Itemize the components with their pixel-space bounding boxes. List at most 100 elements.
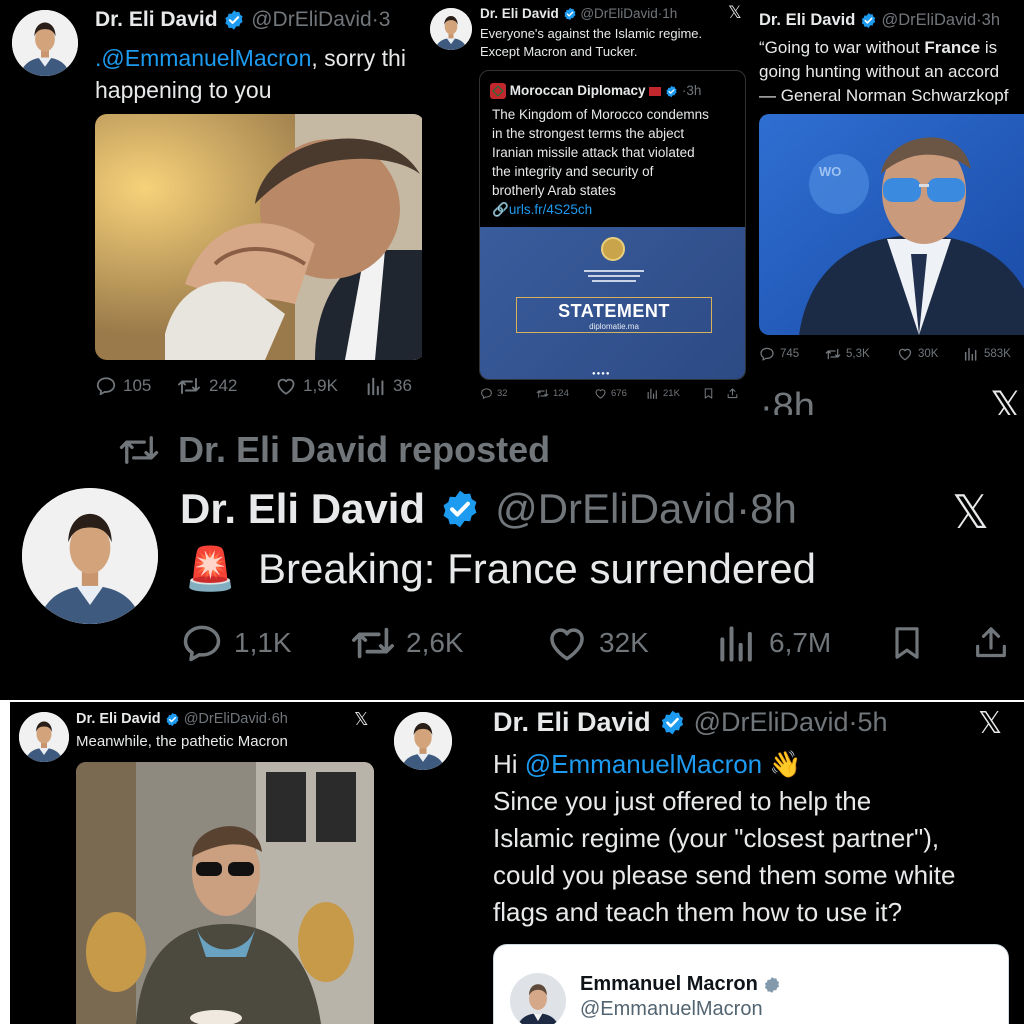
quote-header: Moroccan Diplomacy ·3h xyxy=(490,83,702,100)
share-button[interactable] xyxy=(971,623,1011,663)
mention-link[interactable]: @EmmanuelMacron xyxy=(525,749,762,779)
tweet-text: Everyone's against the Islamic regime. E… xyxy=(480,26,703,59)
like-button[interactable]: 30K xyxy=(897,346,963,362)
avatar[interactable] xyxy=(430,8,472,50)
views-button[interactable]: 36 xyxy=(365,375,412,397)
emblem-icon xyxy=(601,237,625,261)
mention-link[interactable]: .@EmmanuelMacron xyxy=(95,45,311,71)
bookmark-button[interactable] xyxy=(887,623,971,663)
reply-icon xyxy=(95,375,117,397)
x-logo-icon[interactable]: 𝕏 xyxy=(728,3,742,23)
views-button[interactable]: 21K xyxy=(646,387,702,400)
heart-icon xyxy=(594,387,607,400)
reply-button[interactable]: 1,1K xyxy=(180,621,350,665)
flag-icon xyxy=(649,86,662,96)
author-name[interactable]: Dr. Eli David xyxy=(76,711,161,727)
repost-icon xyxy=(177,374,201,398)
tweet-panel-morocco: Dr. Eli David @DrEliDavid·1h 𝕏 Everyone'… xyxy=(422,0,752,415)
social-icons: ●●●● xyxy=(592,371,611,377)
tweet-panel-schwarzkopf: Dr. Eli David @DrEliDavid·3h “Going to w… xyxy=(752,0,1024,378)
reply-button[interactable]: 32 xyxy=(480,387,536,400)
avatar[interactable] xyxy=(19,712,69,762)
bar-chart-icon xyxy=(365,375,387,397)
like-button[interactable]: 32K xyxy=(545,621,715,665)
tweet-time: ·5h xyxy=(848,707,888,737)
tweet-time: ·3 xyxy=(371,8,391,31)
verified-icon xyxy=(165,712,180,727)
statement-card[interactable]: STATEMENT diplomatie.ma ●●●● xyxy=(480,227,745,379)
author-name[interactable]: Dr. Eli David xyxy=(95,8,218,31)
views-button[interactable]: 583K xyxy=(963,346,1011,362)
tweet-text: Hi @EmmanuelMacron 👋 Since you just offe… xyxy=(493,749,956,927)
repost-button[interactable]: 2,6K xyxy=(350,620,545,666)
author-handle[interactable]: @DrEliDavid xyxy=(251,8,372,31)
main-tweet: Dr. Eli David reposted Dr. Eli David @Dr… xyxy=(0,415,1024,700)
reply-button[interactable]: 745 xyxy=(759,346,825,362)
tweet-text: 🚨 Breaking: France surrendered xyxy=(184,545,816,592)
author-handle[interactable]: @DrEliDavid xyxy=(694,707,849,738)
quote-avatar xyxy=(490,83,506,100)
x-logo-icon[interactable]: 𝕏 xyxy=(952,485,989,539)
tweet-photo[interactable]: WO xyxy=(759,114,1024,335)
tweet-header: Dr. Eli David @DrEliDavid·3 xyxy=(95,8,390,32)
author-handle[interactable]: @DrEliDavid xyxy=(881,11,976,29)
repost-icon xyxy=(825,346,841,362)
repost-button[interactable]: 5,3K xyxy=(825,346,897,362)
tweet-photo[interactable] xyxy=(76,762,374,1024)
quoted-tweet[interactable]: Moroccan Diplomacy ·3h The Kingdom of Mo… xyxy=(479,70,746,380)
quote-author-name[interactable]: Moroccan Diplomacy xyxy=(510,83,646,98)
author-handle[interactable]: @DrEliDavid xyxy=(184,711,267,727)
like-button[interactable]: 1,9K xyxy=(275,375,365,397)
tweet-actions: 105 242 1,9K 36 xyxy=(95,374,412,398)
x-logo-icon[interactable]: 𝕏 xyxy=(978,706,1002,741)
reply-button[interactable]: 105 xyxy=(95,375,177,397)
repost-indicator: Dr. Eli David reposted xyxy=(118,429,550,471)
heart-icon xyxy=(275,375,297,397)
quoted-author-name[interactable]: Emmanuel Macron xyxy=(580,973,758,995)
statement-box: STATEMENT diplomatie.ma xyxy=(516,297,712,333)
tweet-photo[interactable] xyxy=(95,114,425,360)
author-name[interactable]: Dr. Eli David xyxy=(180,485,425,533)
avatar[interactable] xyxy=(12,10,78,76)
repost-button[interactable]: 124 xyxy=(536,387,594,400)
tweet-header: Dr. Eli David @DrEliDavid·6h xyxy=(76,711,288,727)
share-icon xyxy=(971,623,1011,663)
author-name[interactable]: Dr. Eli David xyxy=(493,707,651,738)
x-logo-icon: 𝕏 xyxy=(990,384,1023,415)
tweet-actions: 1,1K 2,6K 32K 6,7M xyxy=(180,620,1011,666)
tweet-time: ·3h xyxy=(976,11,1001,29)
tweet-header: Dr. Eli David @DrEliDavid ·8h xyxy=(180,485,797,533)
quoted-tweet[interactable]: Emmanuel Macron @EmmanuelMacron xyxy=(493,944,1009,1024)
x-logo-icon[interactable]: 𝕏 xyxy=(354,709,369,730)
verified-icon xyxy=(563,7,577,21)
quoted-header: Emmanuel Macron @EmmanuelMacron xyxy=(580,973,781,1021)
author-name[interactable]: Dr. Eli David xyxy=(759,11,855,29)
reply-icon xyxy=(759,346,775,362)
share-icon xyxy=(726,387,739,400)
quoted-author-handle[interactable]: @EmmanuelMacron xyxy=(580,998,781,1021)
avatar[interactable] xyxy=(22,488,158,624)
bookmark-button[interactable] xyxy=(702,387,726,400)
verified-icon xyxy=(223,9,245,31)
author-handle[interactable]: @DrEliDavid xyxy=(495,485,736,533)
verified-icon xyxy=(439,488,481,530)
bar-chart-icon xyxy=(963,346,979,362)
url-link[interactable]: urls.fr/4S25ch xyxy=(509,202,592,217)
author-handle[interactable]: @DrEliDavid xyxy=(580,6,657,21)
author-name[interactable]: Dr. Eli David xyxy=(480,6,559,21)
heart-icon xyxy=(897,346,913,362)
repost-button[interactable]: 242 xyxy=(177,374,275,398)
tweet-panel-sorry: Dr. Eli David @DrEliDavid·3 .@EmmanuelMa… xyxy=(0,0,428,415)
avatar[interactable] xyxy=(394,712,452,770)
share-button[interactable] xyxy=(726,387,739,400)
heart-icon xyxy=(545,621,589,665)
verified-icon xyxy=(765,976,780,993)
siren-emoji: 🚨 xyxy=(184,545,237,592)
bar-chart-icon xyxy=(715,621,759,665)
reply-icon xyxy=(480,387,493,400)
tweet-time: ·8h xyxy=(736,485,797,532)
quote-time: ·3h xyxy=(681,83,702,98)
views-button[interactable]: 6,7M xyxy=(715,621,887,665)
like-button[interactable]: 676 xyxy=(594,387,646,400)
quoted-avatar xyxy=(510,973,566,1024)
